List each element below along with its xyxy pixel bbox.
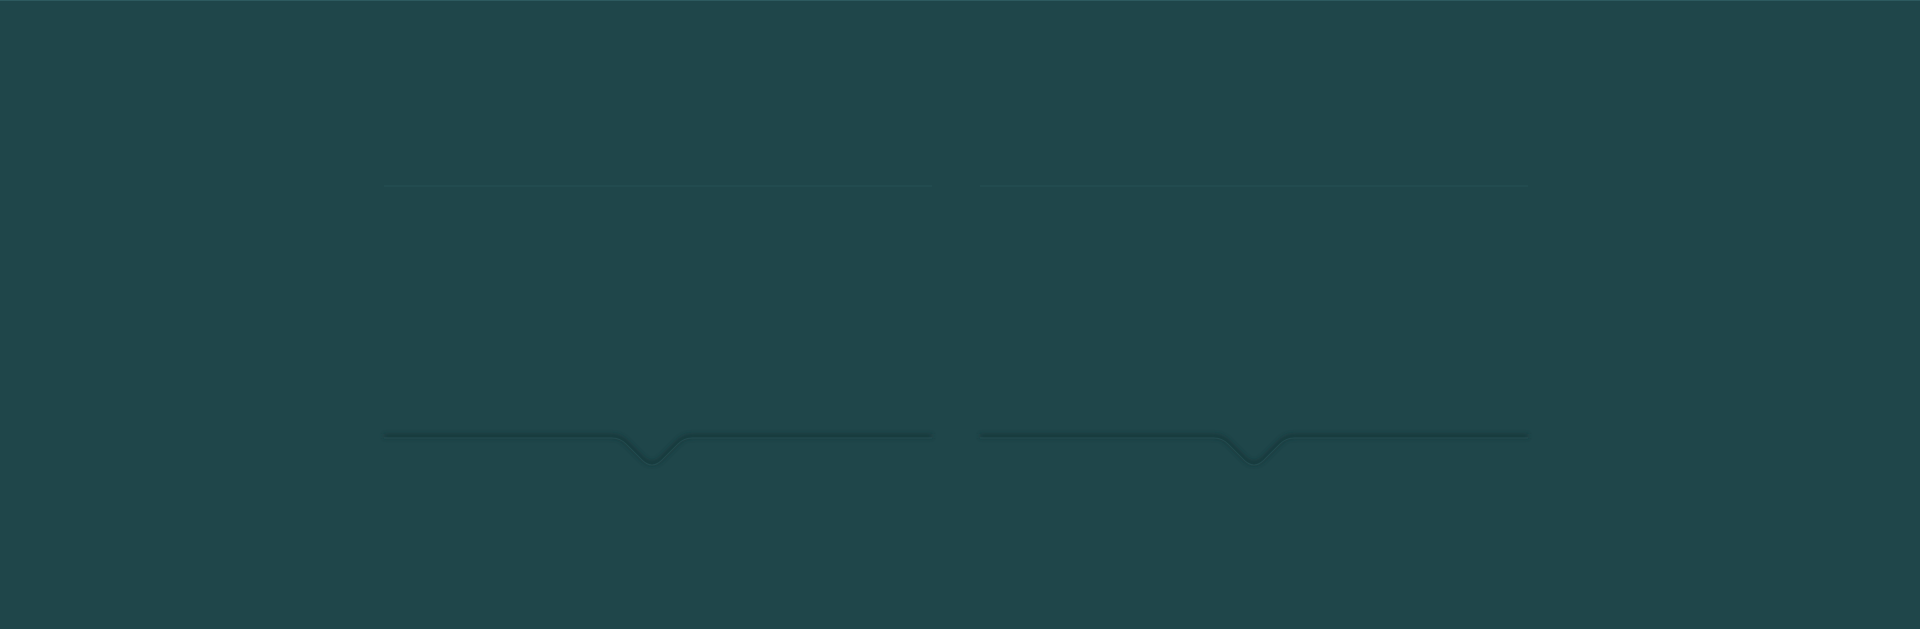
callout-body-right: [990, 188, 1530, 428]
callout-body-left: [390, 188, 930, 428]
callout-panel-right: [980, 178, 1540, 478]
callout-panel-left: [380, 178, 940, 478]
window-top-edge: [0, 0, 1920, 1]
